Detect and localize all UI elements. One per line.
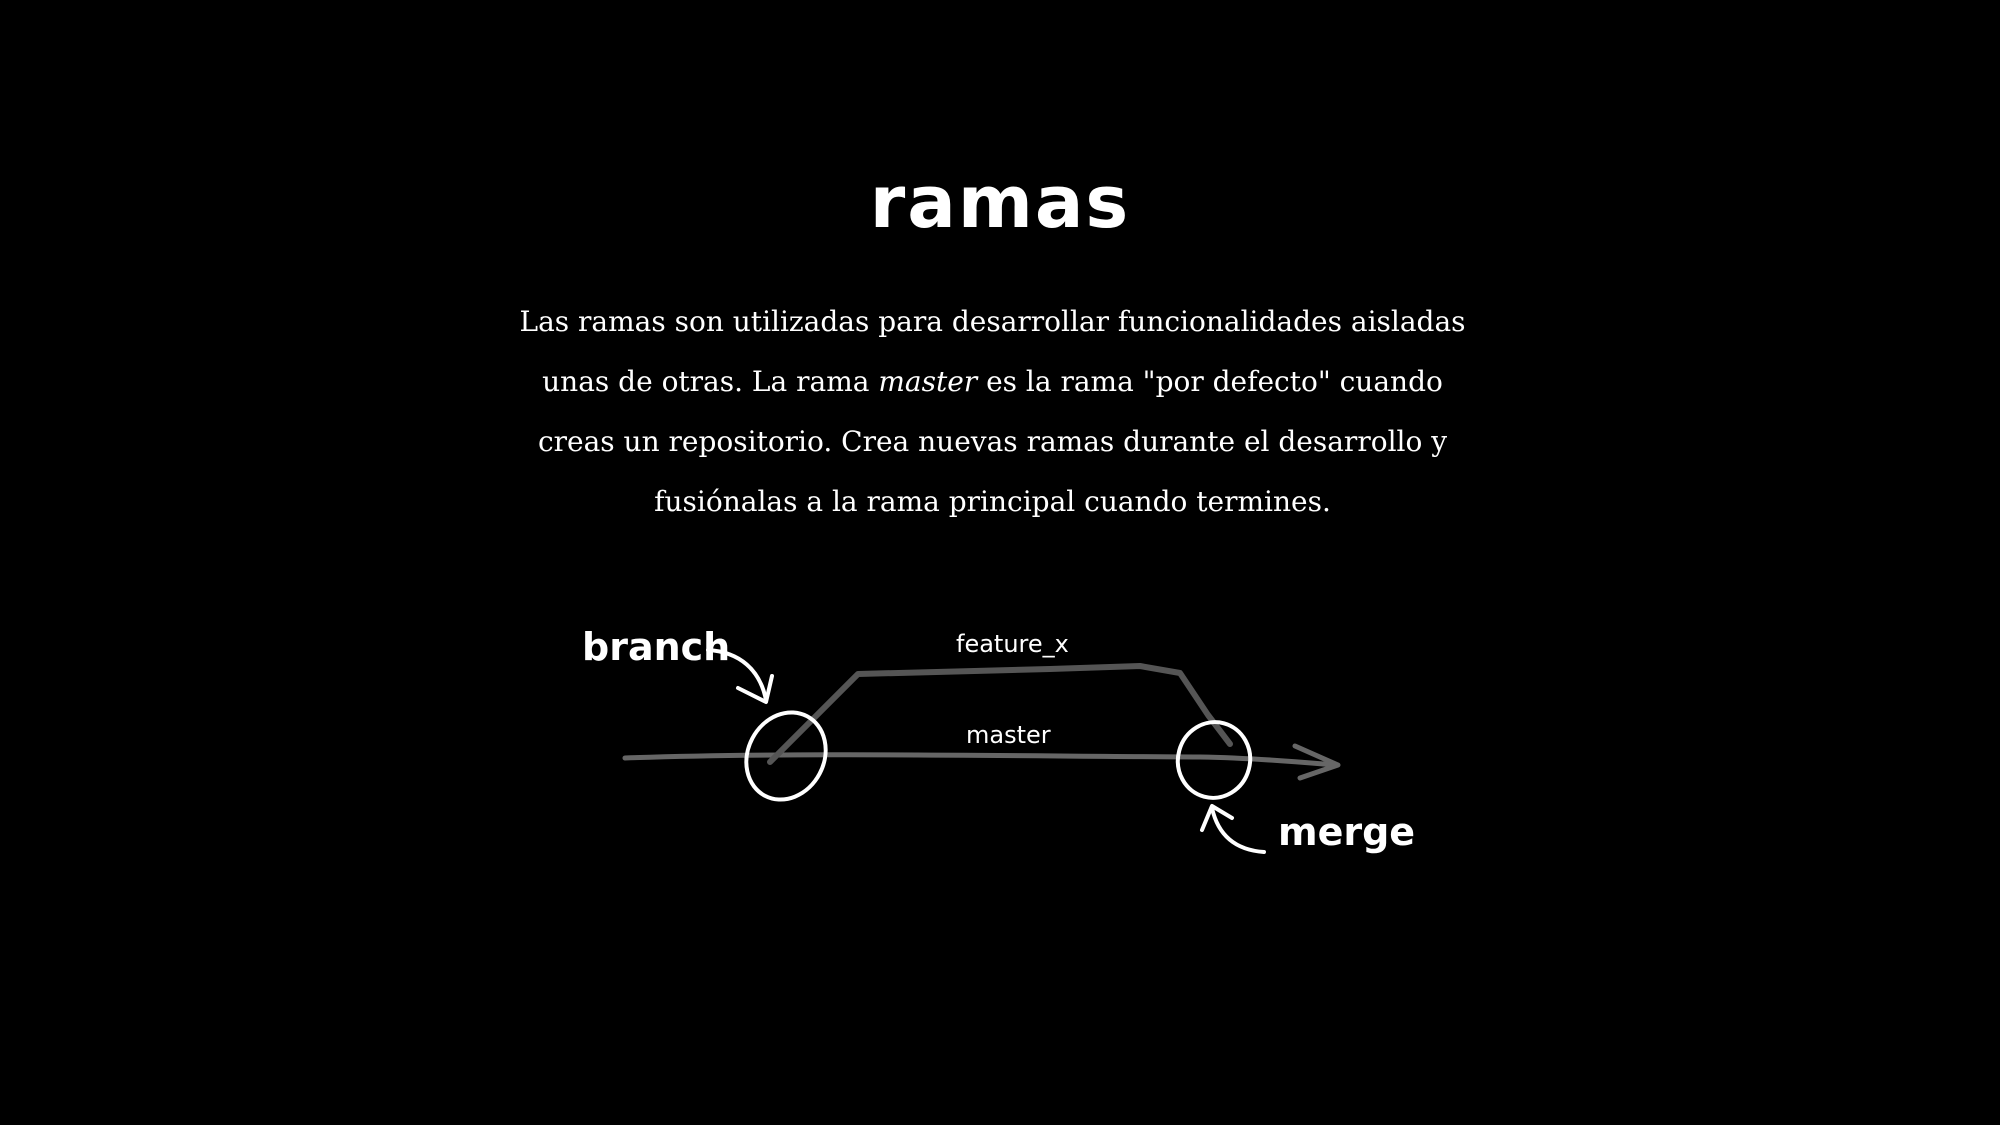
feature-branch-label: feature_x [956, 630, 1069, 658]
slide: ramas Las ramas son utilizadas para desa… [0, 0, 2000, 1125]
branch-label: branch [582, 625, 730, 669]
merge-pointer-arrow-icon [1210, 806, 1266, 854]
branch-pointer-arrow-head-icon [736, 674, 774, 704]
master-branch-label: master [966, 721, 1051, 749]
merge-label: merge [1278, 810, 1415, 854]
master-line [622, 752, 1338, 768]
branch-merge-diagram: branch feature_x master merge [582, 625, 1415, 854]
